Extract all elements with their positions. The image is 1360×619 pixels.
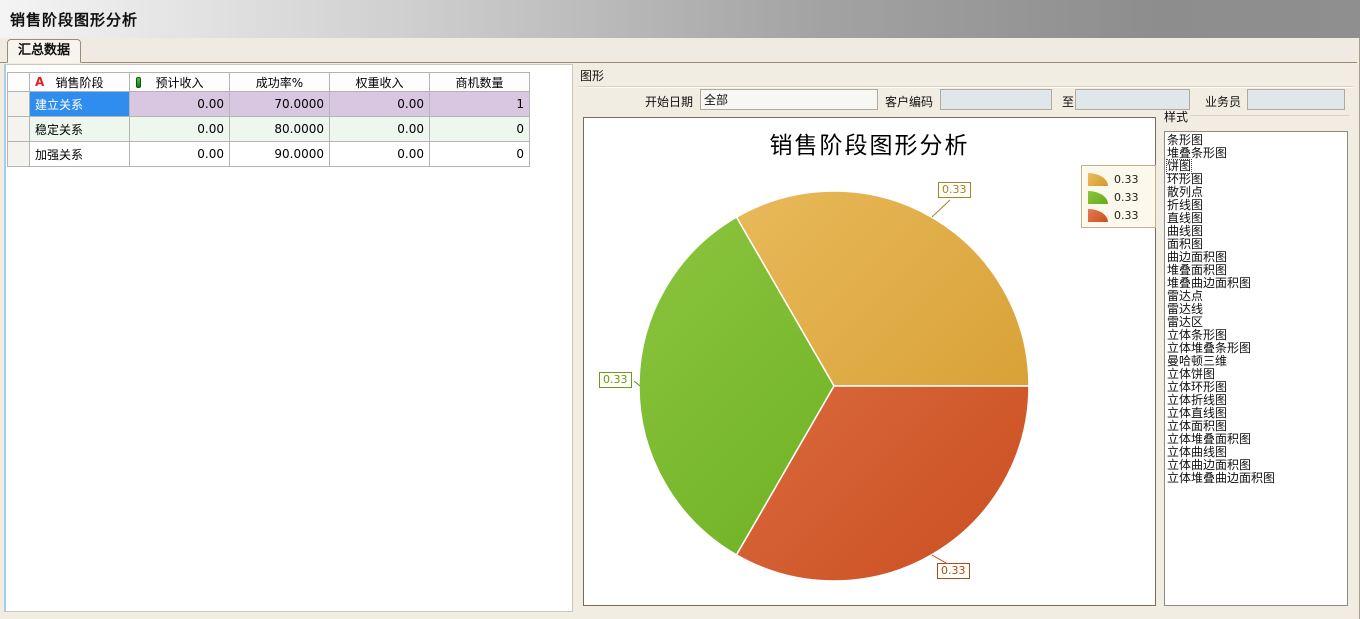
chart-legend: 0.33 0.33 0.33: [1081, 165, 1156, 228]
legend-item: 0.33: [1088, 188, 1149, 206]
legend-item: 0.33: [1088, 206, 1149, 224]
table-cell[interactable]: 1: [430, 92, 530, 117]
sales-stage-table: A 销售阶段 预计收入 成功率% 权重收入 商机数量: [7, 72, 530, 167]
graph-panel: 图形 开始日期 客户编码 至 业务员 销售阶段图形分析 0.33 0.33 0.…: [576, 63, 1356, 612]
legend-label: 0.33: [1114, 191, 1139, 204]
tab-bar: 汇总数据: [0, 38, 1360, 63]
customer-code-label: 客户编码: [885, 93, 933, 110]
table-cell[interactable]: 加强关系: [30, 142, 130, 167]
customer-code-input[interactable]: [940, 89, 1052, 110]
slice-value-label: 0.33: [937, 563, 970, 579]
label-leader-line: [932, 200, 950, 217]
table-cell[interactable]: 0: [430, 142, 530, 167]
page-title: 销售阶段图形分析: [0, 9, 138, 30]
row-indicator-header: [8, 73, 30, 92]
style-list-item[interactable]: 立体堆叠曲边面积图: [1167, 472, 1347, 485]
row-indicator[interactable]: [8, 117, 30, 142]
pie-chart-area: 销售阶段图形分析 0.33 0.33 0.33 0.33 0.33 0.33: [583, 117, 1156, 606]
style-list-item[interactable]: 堆叠条形图: [1167, 147, 1347, 160]
table-cell[interactable]: 0.00: [330, 142, 430, 167]
app-window: 销售阶段图形分析 汇总数据 A 销售阶段 预计收入 成: [0, 0, 1360, 619]
legend-swatch: [1088, 209, 1108, 222]
table-cell[interactable]: 建立关系: [30, 92, 130, 117]
sort-a-icon: A: [35, 75, 44, 89]
chart-title: 销售阶段图形分析: [584, 126, 1155, 160]
pie-chart-svg: [584, 118, 1155, 605]
column-header-success-rate[interactable]: 成功率%: [230, 73, 330, 92]
start-date-input[interactable]: [700, 89, 878, 110]
table-row: 加强关系0.0090.00000.000: [8, 142, 530, 167]
divider: [578, 86, 1353, 88]
row-indicator[interactable]: [8, 92, 30, 117]
divider: [1190, 115, 1350, 116]
start-date-label: 开始日期: [645, 93, 693, 110]
summary-table-body: 建立关系0.0070.00000.001稳定关系0.0080.00000.000…: [8, 92, 530, 167]
tab-summary-data[interactable]: 汇总数据: [7, 39, 81, 63]
table-row: 稳定关系0.0080.00000.000: [8, 117, 530, 142]
table-cell[interactable]: 0: [430, 117, 530, 142]
graph-groupbox-title: 图形: [580, 67, 604, 84]
legend-label: 0.33: [1114, 209, 1139, 222]
slice-value-label: 0.33: [938, 182, 971, 198]
table-cell[interactable]: 0.00: [330, 92, 430, 117]
summary-table-panel: A 销售阶段 预计收入 成功率% 权重收入 商机数量: [4, 64, 573, 612]
table-row: 建立关系0.0070.00000.001: [8, 92, 530, 117]
legend-swatch: [1088, 191, 1108, 204]
window-title-bar: 销售阶段图形分析: [0, 0, 1360, 38]
style-groupbox-title: 样式: [1164, 108, 1188, 125]
table-cell[interactable]: 0.00: [130, 92, 230, 117]
legend-swatch: [1088, 173, 1108, 186]
table-cell[interactable]: 稳定关系: [30, 117, 130, 142]
column-header-weighted-income[interactable]: 权重收入: [330, 73, 430, 92]
filter-bar-icon: [136, 77, 141, 88]
table-cell[interactable]: 0.00: [330, 117, 430, 142]
row-indicator[interactable]: [8, 142, 30, 167]
legend-item: 0.33: [1088, 170, 1149, 188]
to-label: 至: [1062, 93, 1074, 110]
table-cell[interactable]: 80.0000: [230, 117, 330, 142]
column-header-stage[interactable]: A 销售阶段: [30, 73, 130, 92]
chart-style-listbox[interactable]: 条形图堆叠条形图饼图环形图散列点折线图直线图曲线图面积图曲边面积图堆叠面积图堆叠…: [1164, 131, 1348, 606]
salesman-label: 业务员: [1205, 93, 1241, 110]
salesman-input[interactable]: [1247, 89, 1345, 110]
table-cell[interactable]: 0.00: [130, 142, 230, 167]
legend-label: 0.33: [1114, 173, 1139, 186]
column-header-opportunity-count[interactable]: 商机数量: [430, 73, 530, 92]
slice-value-label: 0.33: [599, 372, 632, 388]
table-cell[interactable]: 70.0000: [230, 92, 330, 117]
table-header-row: A 销售阶段 预计收入 成功率% 权重收入 商机数量: [8, 73, 530, 92]
column-header-expected-income[interactable]: 预计收入: [130, 73, 230, 92]
customer-code-to-input[interactable]: [1075, 89, 1190, 110]
table-cell[interactable]: 90.0000: [230, 142, 330, 167]
label-leader-line: [932, 555, 946, 563]
table-cell[interactable]: 0.00: [130, 117, 230, 142]
